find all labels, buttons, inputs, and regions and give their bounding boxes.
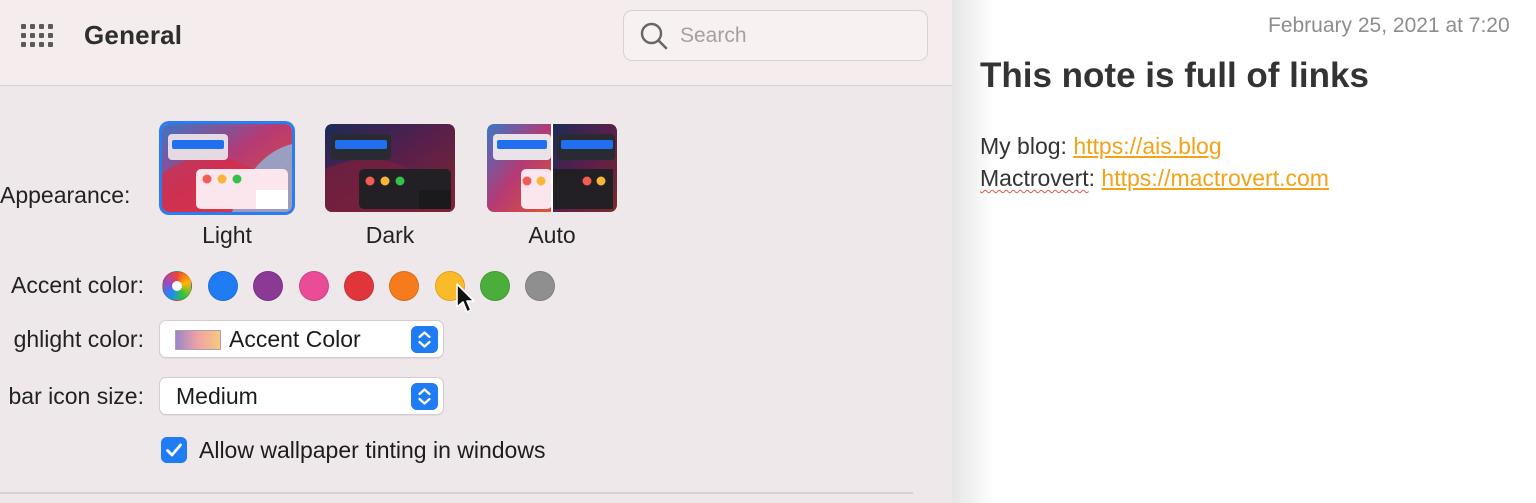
accent-swatch-green[interactable] xyxy=(480,271,510,301)
chevron-updown-icon xyxy=(411,383,438,410)
highlight-color-sample xyxy=(175,330,221,350)
note-line-blog[interactable]: My blog: https://ais.blog xyxy=(980,133,1222,160)
chevron-updown-icon xyxy=(411,326,438,353)
appearance-auto-label: Auto xyxy=(528,222,576,248)
search-field[interactable] xyxy=(623,10,928,61)
mouse-cursor-icon xyxy=(456,283,475,313)
general-preferences-pane: General Appearance: xyxy=(0,0,952,503)
pane-title: General xyxy=(84,20,183,50)
note-line-blog-label: My blog: xyxy=(980,133,1074,159)
note-title[interactable]: This note is full of links xyxy=(980,56,1369,96)
sidebar-icon-size-popup[interactable]: Medium xyxy=(159,377,444,415)
appearance-light-option[interactable] xyxy=(162,124,292,212)
wallpaper-tinting-checkbox[interactable] xyxy=(161,437,187,463)
highlight-color-popup[interactable]: Accent Color xyxy=(159,320,444,358)
accent-swatch-multicolor[interactable] xyxy=(162,271,192,301)
wallpaper-tinting-label[interactable]: Allow wallpaper tinting in windows xyxy=(199,437,545,464)
preferences-toolbar: General xyxy=(0,0,952,86)
appearance-auto-option[interactable] xyxy=(487,124,617,212)
search-icon xyxy=(640,22,668,50)
mactrovert-link[interactable]: https://mactrovert.com xyxy=(1101,165,1329,191)
blog-link[interactable]: https://ais.blog xyxy=(1073,133,1221,159)
highlight-color-value: Accent Color xyxy=(229,326,361,352)
note-date: February 25, 2021 at 7:20 xyxy=(1268,14,1510,37)
search-input[interactable] xyxy=(680,19,910,53)
note-line-separator: : xyxy=(1088,165,1102,191)
accent-color-label: Accent color: xyxy=(11,272,144,298)
accent-swatch-red[interactable] xyxy=(344,271,374,301)
accent-swatch-blue[interactable] xyxy=(208,271,238,301)
dark-wallpaper-preview xyxy=(325,124,455,212)
appearance-dark-option[interactable] xyxy=(325,124,455,212)
sidebar-icon-size-value: Medium xyxy=(176,383,258,409)
accent-swatch-purple[interactable] xyxy=(253,271,283,301)
appearance-dark-label: Dark xyxy=(365,222,415,248)
highlight-color-label: ghlight color: xyxy=(13,326,144,352)
appearance-light-label: Light xyxy=(202,222,252,248)
accent-swatch-pink[interactable] xyxy=(299,271,329,301)
light-wallpaper-preview xyxy=(162,124,292,212)
accent-swatch-orange[interactable] xyxy=(389,271,419,301)
sidebar-icon-size-label: bar icon size: xyxy=(8,383,144,409)
appearance-label: Appearance: xyxy=(0,182,131,208)
note-line-mactrovert-label: Mactrovert xyxy=(980,165,1089,191)
accent-swatch-graphite[interactable] xyxy=(525,271,555,301)
auto-wallpaper-preview xyxy=(487,124,617,212)
show-all-grid-icon[interactable] xyxy=(21,24,53,48)
section-divider xyxy=(0,492,913,494)
note-editor[interactable]: February 25, 2021 at 7:20 This note is f… xyxy=(952,0,1536,503)
note-line-mactrovert[interactable]: Mactrovert: https://mactrovert.com xyxy=(980,165,1329,192)
